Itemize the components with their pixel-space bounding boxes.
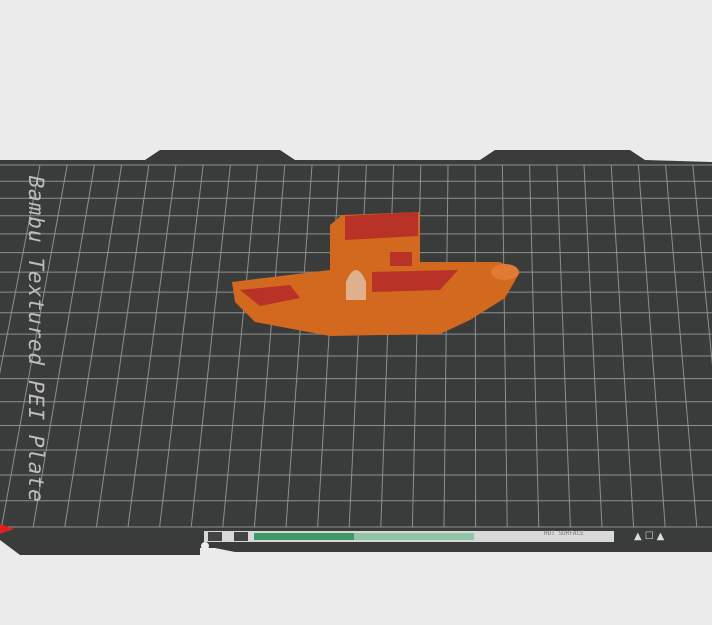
strip-bar: [354, 533, 474, 540]
qr-icon: [208, 532, 222, 541]
plate-corner-icons: ▲☐▲: [634, 531, 668, 542]
origin-marker: [201, 542, 209, 550]
plate-info-strip: HOT SURFACE: [204, 531, 614, 542]
plate-label: Bambu Textured PEI Plate: [24, 172, 48, 506]
build-plate: [0, 150, 712, 555]
strip-bar: [254, 533, 354, 540]
qr-icon: [234, 532, 248, 541]
hot-surface-warning: HOT SURFACE: [544, 530, 584, 537]
